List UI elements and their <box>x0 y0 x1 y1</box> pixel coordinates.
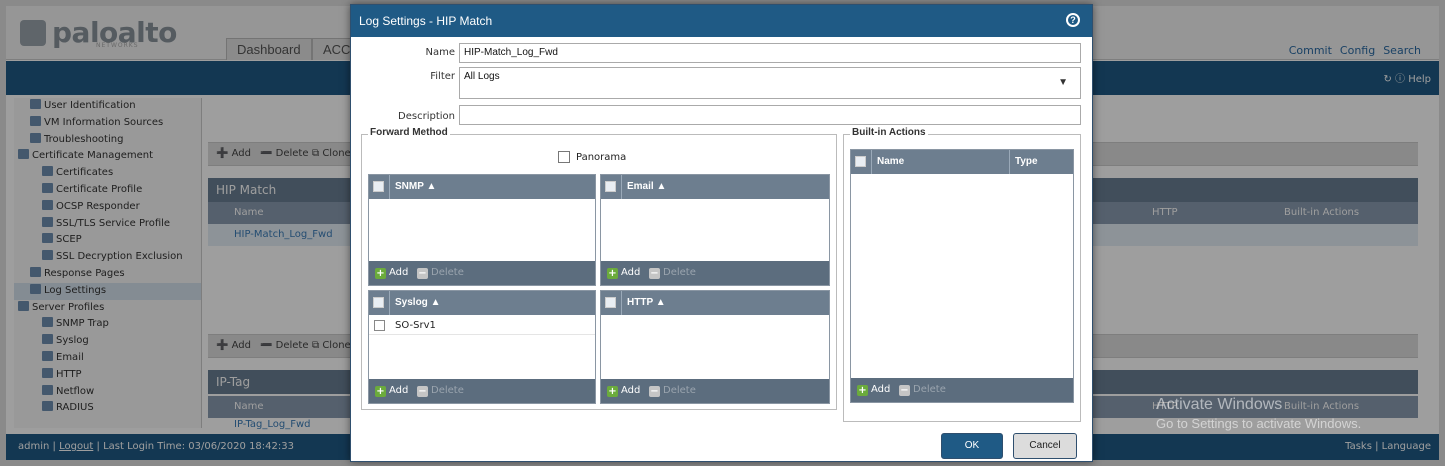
builtin-actions-legend: Built-in Actions <box>850 127 928 138</box>
dialog-title: Log Settings - HIP Match <box>359 14 493 28</box>
http-title-text: HTTP <box>627 297 653 308</box>
watermark-sub: Go to Settings to activate Windows. <box>1156 416 1362 431</box>
snmp-title-text: SNMP <box>395 181 424 192</box>
add-icon: + <box>607 385 618 397</box>
add-icon: + <box>857 384 868 396</box>
delete-label: Delete <box>663 385 696 396</box>
cancel-button[interactable]: Cancel <box>1013 433 1077 459</box>
panorama-checkbox[interactable] <box>558 151 570 163</box>
description-label: Description <box>398 111 455 122</box>
help-icon[interactable]: ? <box>1066 13 1080 27</box>
delete-icon: − <box>649 385 660 397</box>
snmp-title[interactable]: SNMP ▲ <box>395 175 436 199</box>
syslog-header: Syslog ▲ <box>369 291 595 315</box>
delete-icon: − <box>649 267 660 279</box>
add-label: Add <box>389 385 409 396</box>
forward-method-fieldset: Forward Method Panorama SNMP ▲ + Add − Del… <box>361 127 837 410</box>
email-add-button[interactable]: + Add <box>607 261 640 285</box>
builtin-actions-panel: Name Type + Add − Delete <box>850 149 1074 403</box>
delete-label: Delete <box>431 385 464 396</box>
select-all-checkbox[interactable] <box>605 181 616 192</box>
select-all-checkbox[interactable] <box>605 297 616 308</box>
http-footer: + Add − Delete <box>601 379 829 403</box>
builtin-actions-fieldset: Built-in Actions Name Type + Add − Delete <box>843 127 1081 422</box>
col-name[interactable]: Name <box>877 150 904 174</box>
http-header: HTTP ▲ <box>601 291 829 315</box>
select-all-checkbox[interactable] <box>855 156 866 167</box>
delete-icon: − <box>417 267 428 279</box>
snmp-footer: + Add − Delete <box>369 261 595 285</box>
log-settings-dialog: Log Settings - HIP Match ? Name HIP-Matc… <box>350 4 1093 462</box>
name-field[interactable]: HIP-Match_Log_Fwd <box>459 43 1081 63</box>
forward-method-legend: Forward Method <box>368 127 450 138</box>
select-all-checkbox[interactable] <box>373 181 384 192</box>
delete-icon: − <box>899 384 910 396</box>
add-label: Add <box>871 384 891 395</box>
filter-value: All Logs <box>464 71 500 82</box>
list-item[interactable]: SO-Srv1 <box>369 317 595 335</box>
col-type[interactable]: Type <box>1015 150 1038 174</box>
syslog-title-text: Syslog <box>395 297 428 308</box>
email-title-text: Email <box>627 181 654 192</box>
syslog-footer: + Add − Delete <box>369 379 595 403</box>
email-footer: + Add − Delete <box>601 261 829 285</box>
snmp-header: SNMP ▲ <box>369 175 595 199</box>
snmp-panel: SNMP ▲ + Add − Delete <box>368 174 596 286</box>
ok-button[interactable]: OK <box>941 433 1003 459</box>
builtin-delete-button[interactable]: − Delete <box>899 378 946 402</box>
syslog-delete-button[interactable]: − Delete <box>417 379 464 403</box>
add-label: Add <box>621 267 641 278</box>
http-delete-button[interactable]: − Delete <box>649 379 696 403</box>
add-label: Add <box>389 267 409 278</box>
row-checkbox[interactable] <box>374 320 385 331</box>
syslog-panel: Syslog ▲ SO-Srv1 + Add − Delete <box>368 290 596 404</box>
http-add-button[interactable]: + Add <box>607 379 640 403</box>
syslog-add-button[interactable]: + Add <box>375 379 408 403</box>
add-icon: + <box>375 385 386 397</box>
filter-label: Filter <box>430 71 455 82</box>
description-field[interactable] <box>459 105 1081 125</box>
dialog-header: Log Settings - HIP Match ? <box>351 5 1092 37</box>
add-icon: + <box>375 267 386 279</box>
snmp-delete-button[interactable]: − Delete <box>417 261 464 285</box>
http-title[interactable]: HTTP ▲ <box>627 291 666 315</box>
delete-icon: − <box>417 385 428 397</box>
watermark-title: Activate Windows <box>1156 396 1283 413</box>
syslog-title[interactable]: Syslog ▲ <box>395 291 440 315</box>
panorama-option[interactable]: Panorama <box>558 151 626 163</box>
delete-label: Delete <box>431 267 464 278</box>
syslog-row-name: SO-Srv1 <box>395 320 436 331</box>
panorama-label: Panorama <box>576 151 627 163</box>
filter-field[interactable]: All Logs ▼ <box>459 67 1081 99</box>
name-label: Name <box>425 47 455 58</box>
add-label: Add <box>621 385 641 396</box>
builtin-header: Name Type <box>851 150 1073 174</box>
email-panel: Email ▲ + Add − Delete <box>600 174 830 286</box>
delete-label: Delete <box>913 384 946 395</box>
add-icon: + <box>607 267 618 279</box>
builtin-add-button[interactable]: + Add <box>857 378 890 402</box>
select-all-checkbox[interactable] <box>373 297 384 308</box>
builtin-footer: + Add − Delete <box>851 378 1073 402</box>
snmp-add-button[interactable]: + Add <box>375 261 408 285</box>
email-delete-button[interactable]: − Delete <box>649 261 696 285</box>
http-panel: HTTP ▲ + Add − Delete <box>600 290 830 404</box>
email-header: Email ▲ <box>601 175 829 199</box>
email-title[interactable]: Email ▲ <box>627 175 666 199</box>
chevron-down-icon[interactable]: ▼ <box>1058 74 1068 92</box>
delete-label: Delete <box>663 267 696 278</box>
